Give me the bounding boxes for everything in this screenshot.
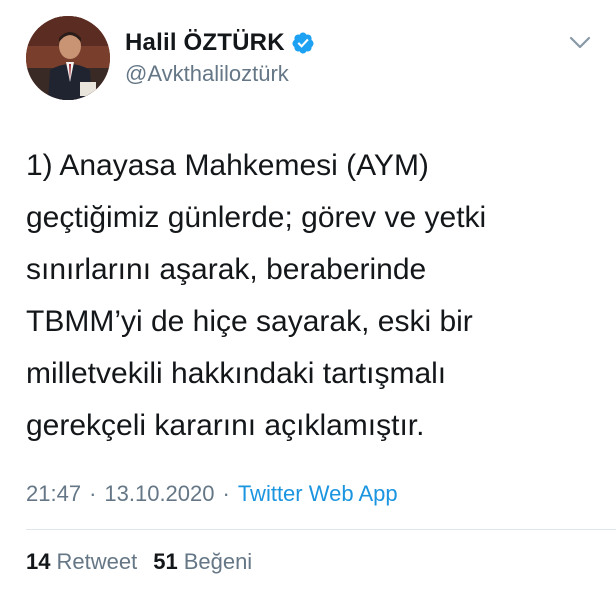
retweet-label[interactable]: Retweet — [56, 549, 137, 575]
author-display-name[interactable]: Halil ÖZTÜRK — [125, 29, 285, 57]
author-handle[interactable]: @Avkthaliloztürk — [125, 61, 289, 87]
tweet-card: Halil ÖZTÜRK @Avkthaliloztürk 1) Anayasa… — [0, 0, 616, 596]
divider — [26, 529, 616, 530]
meta-separator: · — [222, 481, 230, 506]
author-name-row[interactable]: Halil ÖZTÜRK — [125, 28, 315, 58]
meta-separator: · — [89, 481, 97, 506]
tweet-stats: 14 Retweet 51 Beğeni — [26, 549, 252, 575]
avatar[interactable] — [26, 16, 110, 100]
tweet-meta: 21:47 · 13.10.2020 · Twitter Web App — [26, 481, 398, 507]
tweet-source-link[interactable]: Twitter Web App — [238, 481, 398, 507]
tweet-time[interactable]: 21:47 — [26, 481, 81, 507]
profile-photo — [26, 16, 110, 100]
chevron-down-icon[interactable] — [568, 32, 592, 52]
tweet-text: 1) Anayasa Mahkemesi (AYM) geçtiğimiz gü… — [26, 149, 487, 442]
like-count[interactable]: 51 — [153, 549, 177, 575]
tweet-date[interactable]: 13.10.2020 — [104, 481, 214, 507]
like-label[interactable]: Beğeni — [184, 549, 253, 575]
verified-badge-icon — [291, 31, 315, 55]
retweet-count[interactable]: 14 — [26, 549, 50, 575]
